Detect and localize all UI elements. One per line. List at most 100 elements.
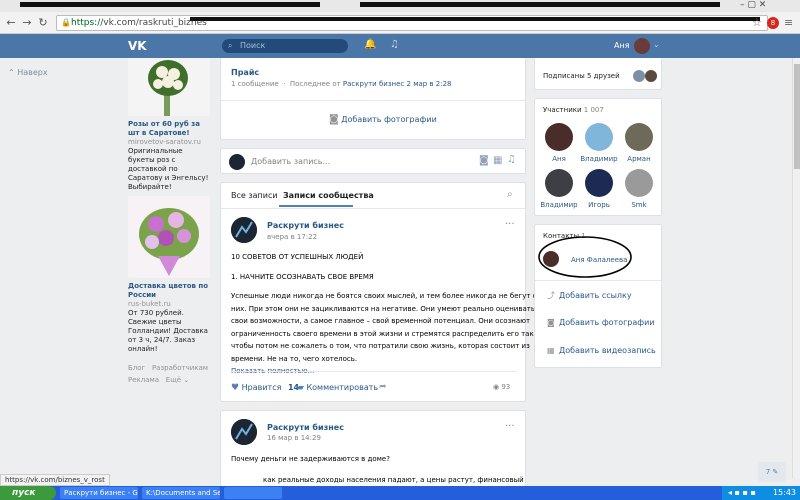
footer-links: Блог Разработчикам Реклама Ещё ⌄ bbox=[128, 362, 218, 386]
bookmark-star-icon[interactable]: ☆ bbox=[752, 16, 762, 29]
comment-button[interactable]: ▰ Комментировать bbox=[297, 383, 378, 393]
video-icon[interactable]: ▦ bbox=[493, 155, 502, 166]
composer-input[interactable]: Добавить запись... bbox=[251, 157, 330, 166]
post-line: Успешные люди никогда не боятся своих мы… bbox=[231, 292, 542, 300]
more-options-icon[interactable]: ··· bbox=[505, 421, 515, 432]
ad-block-2[interactable]: Доставка цветов по России rus-buket.ru О… bbox=[128, 282, 210, 354]
like-label: Нравится bbox=[241, 383, 282, 392]
members-label: Участники bbox=[543, 106, 582, 114]
avatar[interactable] bbox=[625, 123, 653, 151]
search-icon[interactable]: ⌕ bbox=[507, 189, 513, 200]
avatar bbox=[645, 70, 657, 82]
members-header[interactable]: Участники 1 007 bbox=[543, 106, 604, 114]
start-label: пуск bbox=[12, 488, 36, 498]
topic-date-link[interactable]: 2 мар в 2:28 bbox=[407, 80, 452, 88]
views-counter: ◉ 93 bbox=[493, 383, 510, 391]
heart-icon: ♥ bbox=[231, 383, 240, 393]
start-button[interactable]: пуск bbox=[0, 486, 56, 500]
header-user-name[interactable]: Аня bbox=[614, 41, 630, 50]
chevron-down-icon[interactable]: ⌄ bbox=[653, 40, 660, 49]
link-developers[interactable]: Разработчикам bbox=[152, 364, 208, 372]
ad-block-1[interactable]: Розы от 60 руб за шт в Саратове! mirovet… bbox=[128, 120, 210, 192]
chat-button[interactable]: 7 ✎ bbox=[758, 462, 786, 482]
avatar bbox=[633, 70, 645, 82]
taskbar-item[interactable] bbox=[224, 487, 282, 499]
music-icon[interactable]: ♫ bbox=[507, 154, 516, 165]
more-options-icon[interactable]: ··· bbox=[505, 219, 515, 230]
post-line: свои возможности, а самое главное – свой… bbox=[231, 317, 531, 325]
extension-badge[interactable]: 8 bbox=[767, 17, 779, 29]
search-input[interactable]: ⌕ Поиск bbox=[222, 39, 348, 53]
tab-all-posts[interactable]: Все записи bbox=[231, 191, 278, 200]
avatar[interactable] bbox=[585, 123, 613, 151]
ad-title[interactable]: Розы от 60 руб за шт в Саратове! bbox=[128, 120, 210, 138]
members-block: Участники 1 007 Аня Владимир Арман Влади… bbox=[534, 98, 662, 216]
redacted-tabs bbox=[360, 2, 720, 7]
active-tab-indicator bbox=[279, 205, 353, 207]
ad-text: От 730 рублей. Свежие цветы Голландии! Д… bbox=[128, 309, 208, 353]
taskbar-item[interactable]: K:\Documents and Se... bbox=[142, 487, 220, 499]
share-icon[interactable]: ➦ bbox=[379, 382, 387, 392]
tray-icons[interactable]: ◂ ▪ ▪ ▪ bbox=[728, 488, 756, 497]
post-line: 1. НАЧНИТЕ ОСОЗНАВАТЬ СВОЕ ВРЕМЯ bbox=[231, 272, 374, 281]
post-text: Почему деньги не задерживаются в доме? к… bbox=[231, 453, 524, 486]
music-icon[interactable]: ♫ bbox=[390, 39, 399, 50]
menu-icon[interactable]: ≡ bbox=[784, 16, 793, 29]
redaction-bar bbox=[190, 17, 760, 21]
avatar[interactable] bbox=[231, 217, 257, 243]
camera-icon[interactable]: ◙ bbox=[479, 155, 489, 166]
post-composer[interactable]: Добавить запись... ◙ ▦ ♫ bbox=[220, 148, 526, 174]
url-scheme: https:// bbox=[71, 18, 104, 28]
back-to-top[interactable]: ⌃ Наверх bbox=[8, 68, 48, 77]
reload-icon[interactable]: ↻ bbox=[36, 16, 50, 30]
link-icon: ⤴ bbox=[547, 291, 555, 300]
members-count: 1 007 bbox=[583, 106, 604, 114]
topic-author-link[interactable]: Раскрути бизнес bbox=[343, 80, 404, 88]
back-icon[interactable]: ← bbox=[4, 16, 18, 30]
page-scrollbar[interactable] bbox=[792, 58, 800, 478]
subscribed-label: Подписаны 5 друзей bbox=[543, 72, 620, 80]
member-name[interactable]: Арман bbox=[616, 155, 662, 163]
avatar[interactable] bbox=[634, 38, 650, 54]
link-more[interactable]: Ещё ⌄ bbox=[166, 376, 189, 384]
add-photos-button[interactable]: ◙ Добавить фотографии bbox=[329, 114, 437, 125]
post-line: Почему деньги не задерживаются в доме? bbox=[231, 455, 390, 463]
forward-icon[interactable]: → bbox=[20, 16, 34, 30]
post-card: Раскрути бизнес 16 мар в 14:29 ··· Почем… bbox=[220, 410, 526, 486]
post-time[interactable]: 16 мар в 14:29 bbox=[267, 434, 321, 442]
add-link-button[interactable]: ⤴ Добавить ссылку bbox=[547, 290, 632, 301]
ad-image-roses[interactable] bbox=[128, 58, 210, 116]
post-line: 10 СОВЕТОВ ОТ УСПЕШНЫХ ЛЮДЕЙ bbox=[231, 253, 364, 261]
link-blog[interactable]: Блог bbox=[128, 364, 145, 372]
post-author[interactable]: Раскрути бизнес bbox=[267, 423, 344, 432]
avatar[interactable] bbox=[231, 419, 257, 445]
like-button[interactable]: ♥ Нравится 14 bbox=[231, 383, 299, 393]
ad-title[interactable]: Доставка цветов по России bbox=[128, 282, 210, 300]
avatar[interactable] bbox=[585, 169, 613, 197]
avatar[interactable] bbox=[625, 169, 653, 197]
avatar[interactable] bbox=[545, 169, 573, 197]
post-card: Все записи Записи сообщества ⌕ Раскрути … bbox=[220, 182, 542, 402]
search-icon: ⌕ bbox=[228, 41, 233, 50]
tab-community-posts[interactable]: Записи сообщества bbox=[283, 191, 374, 200]
scrollbar-thumb[interactable] bbox=[794, 64, 800, 169]
ad-image-bouquet[interactable] bbox=[128, 196, 210, 278]
window-controls[interactable]: – ▢ ✕ bbox=[740, 0, 766, 10]
topic-card: Прайс 1 сообщение · Последнее от Раскрут… bbox=[220, 58, 526, 140]
friends-subscribed[interactable]: Подписаны 5 друзей bbox=[534, 58, 662, 90]
taskbar-item[interactable]: Раскрути бизнес - G... bbox=[60, 487, 138, 499]
status-url: https://vk.com/biznes_v_rost bbox=[0, 474, 110, 486]
back-to-top-label: Наверх bbox=[17, 68, 48, 77]
topic-title[interactable]: Прайс bbox=[231, 68, 259, 77]
post-author[interactable]: Раскрути бизнес bbox=[267, 221, 344, 230]
vk-logo[interactable]: VK bbox=[128, 39, 147, 53]
post-time[interactable]: вчера в 17:22 bbox=[267, 233, 317, 241]
post-line: как реальные доходы населения падают, а … bbox=[263, 475, 524, 484]
add-photos-button[interactable]: ◙ Добавить фотографии bbox=[547, 318, 655, 327]
link-ads[interactable]: Реклама bbox=[128, 376, 159, 384]
add-photos-label: Добавить фотографии bbox=[341, 115, 437, 124]
add-video-button[interactable]: ▦ Добавить видеозапись bbox=[547, 346, 656, 355]
member-name[interactable]: Smk bbox=[616, 201, 662, 209]
notifications-bell-icon[interactable]: 🔔 bbox=[364, 39, 376, 50]
avatar[interactable] bbox=[545, 123, 573, 151]
